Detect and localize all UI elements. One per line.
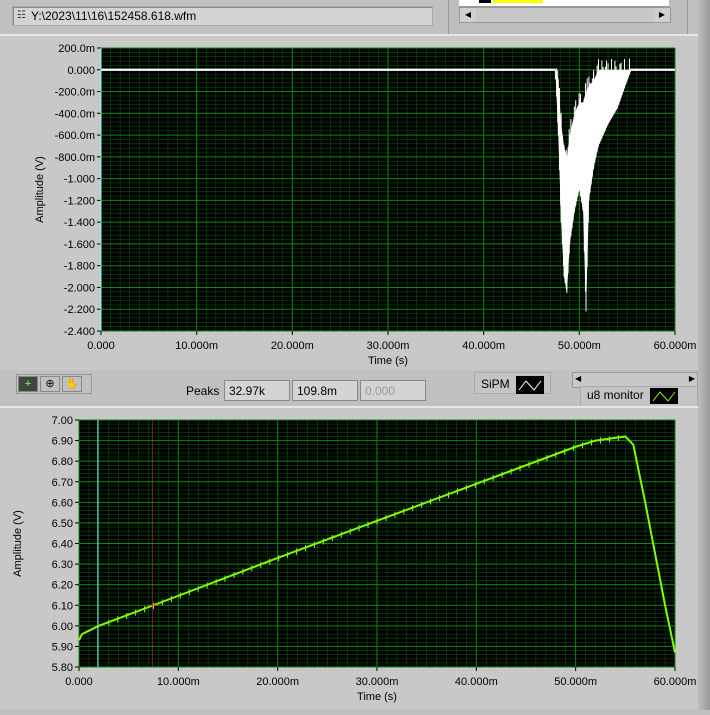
y-tick-label: 6.40 bbox=[52, 539, 73, 551]
y-tick-label: 6.80 bbox=[52, 456, 73, 468]
file-path-text: Y:\2023\11\16\152458.618.wfm bbox=[31, 9, 197, 23]
graph-palette: + ⊕ ✋ bbox=[16, 374, 92, 394]
u8-legend[interactable]: u8 monitor bbox=[580, 386, 698, 408]
sipm-legend[interactable]: SiPM bbox=[474, 372, 551, 394]
x-tick-label: 30.000m bbox=[356, 676, 399, 688]
x-tick-label: 60.000m bbox=[654, 676, 697, 688]
scroll-left-icon[interactable]: ◀ bbox=[575, 374, 581, 383]
scroll-left-icon[interactable]: ◀ bbox=[460, 8, 476, 22]
y-tick-label: -2.000 bbox=[64, 282, 95, 294]
y-tick-label: -800.0m bbox=[55, 152, 95, 164]
waveform-table[interactable]: ◀ ▶ bbox=[448, 0, 688, 36]
scroll-right-icon[interactable]: ▶ bbox=[689, 374, 695, 383]
x-tick-label: 20.000m bbox=[271, 340, 314, 352]
zoom-tool-icon[interactable]: ⊕ bbox=[40, 376, 60, 392]
y-tick-label: 6.30 bbox=[52, 559, 73, 571]
y-tick-label: -2.400 bbox=[64, 326, 95, 338]
y-tick-label: 6.50 bbox=[52, 518, 73, 530]
file-path-field[interactable]: ☷ Y:\2023\11\16\152458.618.wfm bbox=[12, 6, 433, 26]
y-tick-label: 200.0m bbox=[58, 43, 95, 55]
x-tick-label: 40.000m bbox=[462, 340, 505, 352]
y-tick-label: 6.00 bbox=[52, 621, 73, 633]
x-tick-label: 50.000m bbox=[558, 340, 601, 352]
sipm-legend-label: SiPM bbox=[481, 377, 510, 392]
cursor-tool-icon[interactable]: + bbox=[18, 376, 38, 392]
y-axis-label: Amplitude (V) bbox=[34, 156, 46, 223]
x-axis-label: Time (s) bbox=[357, 691, 397, 703]
y-tick-label: -1.000 bbox=[64, 174, 95, 186]
u8-chart[interactable]: 7.00 6.90 6.80 6.70 6.60 6.50 6.40 6.30 6.20 6.10… bbox=[0, 408, 698, 712]
x-axis-label: Time (s) bbox=[368, 355, 408, 367]
window-edge bbox=[698, 0, 710, 710]
x-tick-label: 20.000m bbox=[256, 676, 299, 688]
peaks-value-2[interactable]: 109.8m bbox=[292, 380, 358, 401]
y-tick-label: -200.0m bbox=[55, 87, 95, 99]
u8-legend-label: u8 monitor bbox=[587, 388, 644, 403]
y-tick-label: -600.0m bbox=[55, 130, 95, 142]
y-tick-label: -1.200 bbox=[64, 195, 95, 207]
x-tick-label: 10.000m bbox=[175, 340, 218, 352]
u8-chart-panel: 7.00 6.90 6.80 6.70 6.60 6.50 6.40 6.30 6.20 6.10… bbox=[0, 406, 698, 710]
y-tick-label: 5.90 bbox=[52, 641, 73, 653]
y-tick-label: 6.10 bbox=[52, 600, 73, 612]
x-tick-label: 40.000m bbox=[455, 676, 498, 688]
y-tick-label: -400.0m bbox=[55, 108, 95, 120]
y-tick-label: -1.600 bbox=[64, 239, 95, 251]
y-tick-label: 6.60 bbox=[52, 497, 73, 509]
peaks-value-3[interactable]: 0.000 bbox=[360, 380, 426, 401]
peaks-value-1[interactable]: 32.97k bbox=[224, 380, 290, 401]
y-tick-label: 0.000 bbox=[67, 65, 95, 77]
y-tick-label: 5.80 bbox=[52, 662, 73, 674]
x-tick-label: 60.000m bbox=[654, 340, 697, 352]
y-tick-label: 6.70 bbox=[52, 477, 73, 489]
scroll-right-icon[interactable]: ▶ bbox=[654, 8, 670, 22]
y-axis-label: Amplitude (V) bbox=[12, 510, 24, 577]
y-tick-label: -1.800 bbox=[64, 261, 95, 273]
x-tick-label: 0.000 bbox=[87, 340, 115, 352]
x-tick-label: 0.000 bbox=[65, 676, 93, 688]
x-tick-label: 10.000m bbox=[157, 676, 200, 688]
plot-line-icon bbox=[649, 388, 678, 404]
y-tick-label: 7.00 bbox=[52, 415, 73, 427]
path-icon: ☷ bbox=[17, 10, 26, 21]
pan-tool-icon[interactable]: ✋ bbox=[62, 376, 82, 392]
y-tick-label: 6.20 bbox=[52, 580, 73, 592]
table-cells bbox=[459, 0, 669, 7]
x-tick-label: 50.000m bbox=[554, 676, 597, 688]
plot-line-icon bbox=[515, 376, 544, 394]
sipm-chart-panel: 200.0m 0.000 -200.0m -400.0m -600.0m -800.0m -… bbox=[0, 34, 698, 370]
y-tick-label: -1.400 bbox=[64, 217, 95, 229]
x-tick-label: 30.000m bbox=[367, 340, 410, 352]
horizontal-scrollbar[interactable]: ◀ ▶ bbox=[459, 7, 671, 23]
y-tick-label: -2.200 bbox=[64, 304, 95, 316]
peaks-label: Peaks bbox=[186, 384, 220, 398]
sipm-chart[interactable]: 200.0m 0.000 -200.0m -400.0m -600.0m -800.0m -… bbox=[0, 36, 698, 372]
y-tick-label: 6.90 bbox=[52, 436, 73, 448]
